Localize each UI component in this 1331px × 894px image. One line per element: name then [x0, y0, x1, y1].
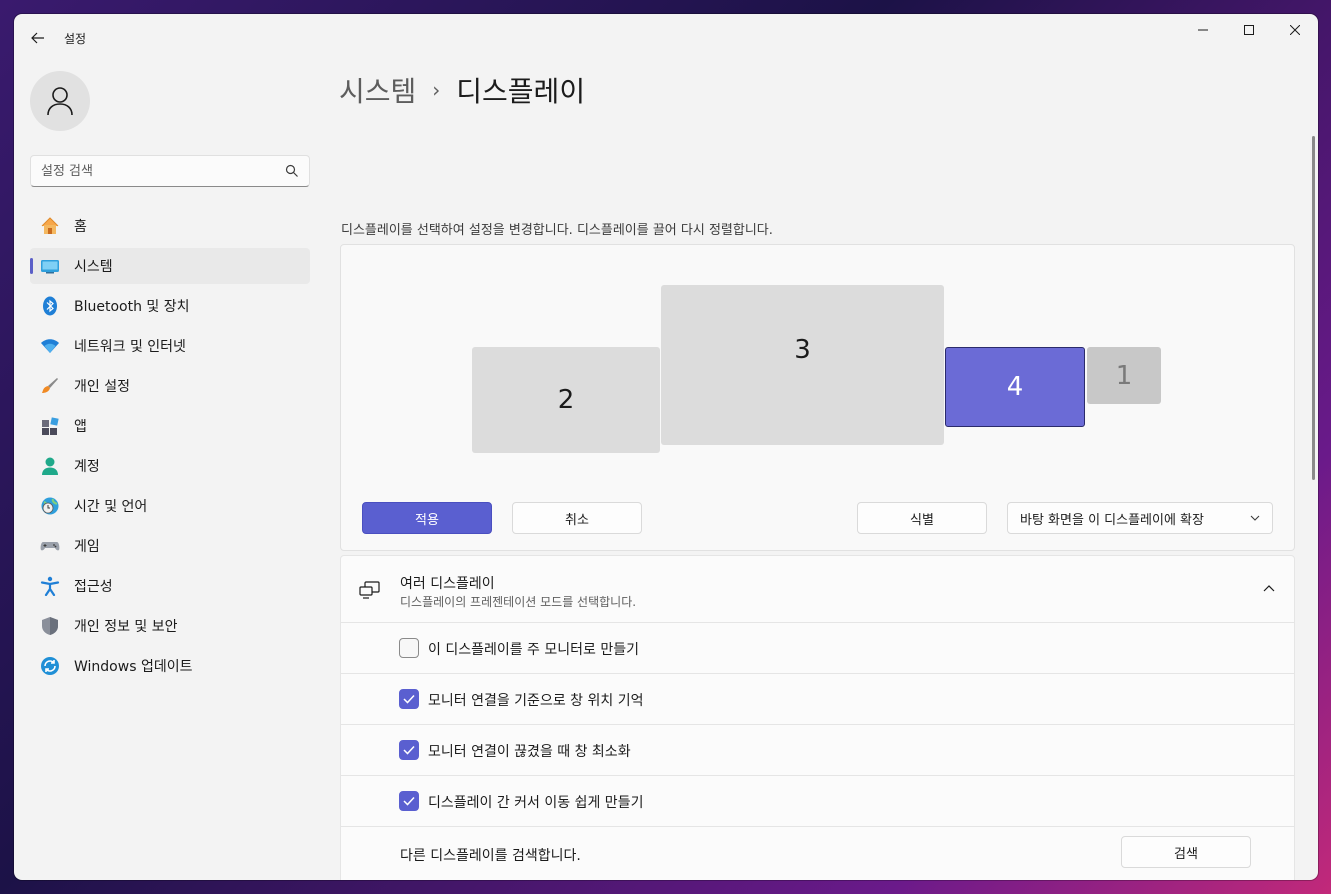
user-avatar[interactable] [30, 71, 90, 131]
checkbox-checked[interactable] [399, 791, 419, 811]
sidebar-item-label: 계정 [74, 459, 100, 475]
bluetooth-icon [40, 296, 60, 316]
gamepad-icon [40, 536, 60, 556]
sidebar-item-label: 개인 정보 및 보안 [74, 619, 178, 635]
sidebar-item-accessibility[interactable]: 접근성 [30, 568, 310, 604]
monitor-4-selected[interactable]: 4 [945, 347, 1085, 427]
checkmark-icon [403, 694, 415, 704]
option-row: 모니터 연결이 끊겼을 때 창 최소화 [341, 725, 1294, 776]
settings-window: 설정 홈 시스템 [14, 14, 1318, 880]
sidebar-item-label: 네트워크 및 인터넷 [74, 339, 186, 355]
account-icon [40, 456, 60, 476]
close-icon [1290, 25, 1300, 35]
update-icon [40, 656, 60, 676]
maximize-icon [1244, 25, 1254, 35]
shield-icon [40, 616, 60, 636]
title-bar: 설정 [14, 14, 1318, 62]
sidebar-item-personalization[interactable]: 개인 설정 [30, 368, 310, 404]
sidebar-item-bluetooth[interactable]: Bluetooth 및 장치 [30, 288, 310, 324]
monitor-number: 2 [557, 385, 575, 415]
monitor-number: 1 [1115, 360, 1133, 391]
breadcrumb: 시스템 › 디스플레이 [339, 70, 585, 110]
sidebar-item-gaming[interactable]: 게임 [30, 528, 310, 564]
monitor-1[interactable]: 1 [1087, 347, 1161, 404]
arrange-hint-text: 디스플레이를 선택하여 설정을 변경합니다. 디스플레이를 끌어 다시 정렬합니… [341, 223, 773, 238]
user-icon [47, 87, 73, 116]
monitor-number: 4 [1006, 372, 1024, 402]
apps-icon [40, 416, 60, 436]
option-label: 모니터 연결을 기준으로 창 위치 기억 [428, 693, 644, 709]
detect-button[interactable]: 검색 [1121, 836, 1251, 868]
apply-button[interactable]: 적용 [362, 502, 492, 534]
minimize-icon [1198, 29, 1208, 31]
sidebar-item-system[interactable]: 시스템 [30, 248, 310, 284]
dropdown-selected-value: 바탕 화면을 이 디스플레이에 확장 [1020, 512, 1204, 528]
monitor-3[interactable]: 3 [661, 285, 944, 445]
clock-globe-icon [40, 496, 60, 516]
maximize-button[interactable] [1226, 14, 1272, 46]
display-mode-dropdown[interactable]: 바탕 화면을 이 디스플레이에 확장 [1007, 502, 1273, 534]
multiple-displays-header[interactable]: 여러 디스플레이 디스플레이의 프레젠테이션 모드를 선택합니다. [341, 556, 1294, 623]
search-icon[interactable] [285, 164, 299, 178]
sidebar-item-privacy-security[interactable]: 개인 정보 및 보안 [30, 608, 310, 644]
monitor-number: 3 [794, 335, 811, 365]
scrollbar-thumb[interactable] [1312, 136, 1315, 480]
page-title: 디스플레이 [456, 75, 586, 108]
sidebar-item-label: 홈 [74, 219, 87, 235]
sidebar-item-label: 시스템 [74, 259, 113, 275]
checkmark-icon [403, 796, 415, 806]
checkbox-checked[interactable] [399, 740, 419, 760]
settings-search-box[interactable] [30, 155, 310, 187]
option-label: 이 디스플레이를 주 모니터로 만들기 [428, 642, 639, 658]
app-title: 설정 [64, 32, 87, 46]
chevron-down-icon [1250, 515, 1260, 521]
sidebar-item-windows-update[interactable]: Windows 업데이트 [30, 648, 310, 684]
sidebar-item-label: 시간 및 언어 [74, 499, 148, 515]
checkbox-unchecked[interactable] [399, 638, 419, 658]
back-arrow-icon [31, 32, 44, 44]
detect-displays-text: 다른 디스플레이를 검색합니다. [400, 848, 581, 864]
option-row: 이 디스플레이를 주 모니터로 만들기 [341, 623, 1294, 674]
close-button[interactable] [1272, 14, 1318, 46]
option-label: 디스플레이 간 커서 이동 쉽게 만들기 [428, 795, 644, 811]
minimize-button[interactable] [1180, 14, 1226, 46]
sidebar-nav: 홈 시스템 Bluetooth 및 장치 네트워크 및 인터넷 개인 설정 앱 … [30, 208, 310, 688]
section-subtitle: 디스플레이의 프레젠테이션 모드를 선택합니다. [400, 595, 637, 609]
sidebar-item-apps[interactable]: 앱 [30, 408, 310, 444]
back-button[interactable] [24, 26, 52, 50]
multiple-displays-section: 여러 디스플레이 디스플레이의 프레젠테이션 모드를 선택합니다. 이 디스플레… [340, 555, 1295, 880]
multiple-displays-icon [359, 581, 380, 599]
display-arrangement-panel: 2 3 4 1 적용 취소 식별 바탕 화면을 이 디스플레이에 확장 [340, 244, 1295, 551]
brush-icon [40, 376, 60, 396]
cancel-button[interactable]: 취소 [512, 502, 642, 534]
system-display-icon [40, 256, 60, 276]
option-row: 모니터 연결을 기준으로 창 위치 기억 [341, 674, 1294, 725]
breadcrumb-parent[interactable]: 시스템 [339, 70, 416, 110]
option-row: 디스플레이 간 커서 이동 쉽게 만들기 [341, 776, 1294, 827]
sidebar-item-label: 접근성 [74, 579, 113, 595]
chevron-up-icon[interactable] [1262, 582, 1276, 596]
monitor-2[interactable]: 2 [472, 347, 660, 453]
settings-search-input[interactable] [41, 162, 271, 180]
sidebar-item-label: 개인 설정 [74, 379, 130, 395]
option-label: 모니터 연결이 끊겼을 때 창 최소화 [428, 744, 631, 760]
sidebar-item-time-language[interactable]: 시간 및 언어 [30, 488, 310, 524]
sidebar-item-accounts[interactable]: 계정 [30, 448, 310, 484]
sidebar-item-label: Bluetooth 및 장치 [74, 299, 190, 315]
sidebar-item-label: 게임 [74, 539, 100, 555]
breadcrumb-separator: › [432, 78, 441, 102]
home-icon [40, 216, 60, 236]
accessibility-icon [40, 576, 60, 596]
detect-displays-row: 다른 디스플레이를 검색합니다. 검색 [341, 827, 1294, 878]
sidebar-item-home[interactable]: 홈 [30, 208, 310, 244]
checkbox-checked[interactable] [399, 689, 419, 709]
wifi-icon [40, 336, 60, 356]
section-title: 여러 디스플레이 [400, 576, 495, 592]
checkmark-icon [403, 745, 415, 755]
sidebar-item-network[interactable]: 네트워크 및 인터넷 [30, 328, 310, 364]
sidebar-item-label: 앱 [74, 419, 87, 435]
identify-button[interactable]: 식별 [857, 502, 987, 534]
sidebar-item-label: Windows 업데이트 [74, 659, 193, 675]
